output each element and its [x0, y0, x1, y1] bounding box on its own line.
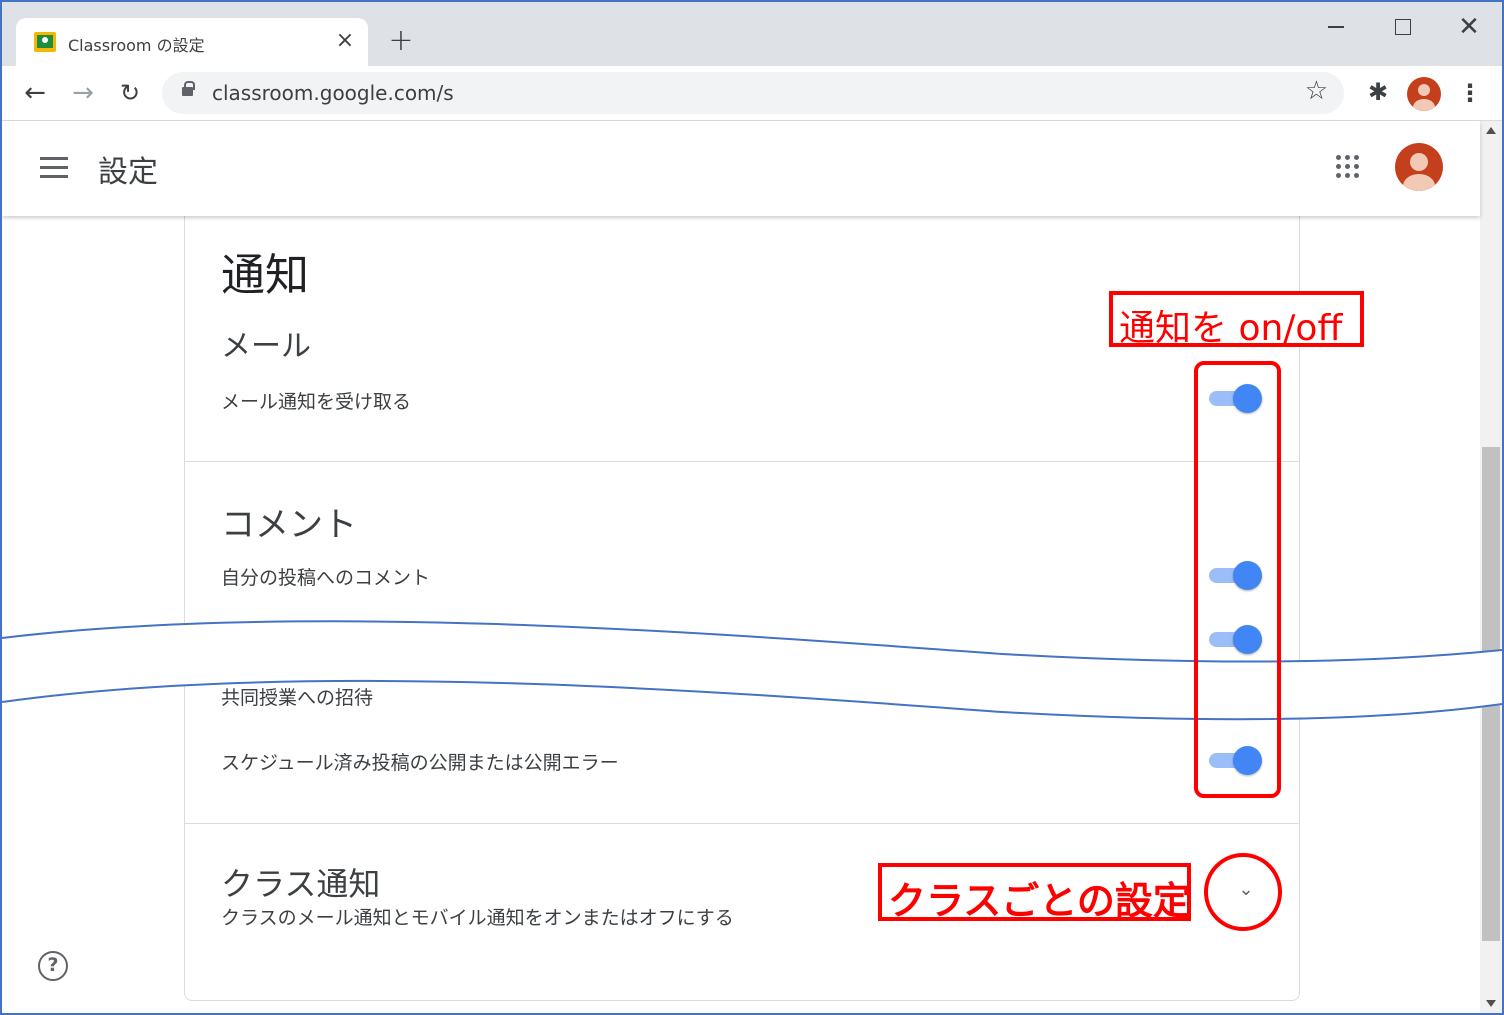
scroll-down-arrow-icon[interactable] [1486, 1000, 1496, 1007]
section-divider [185, 823, 1299, 824]
classroom-favicon-icon [34, 32, 56, 52]
comment-section-heading: コメント [221, 505, 357, 545]
back-button[interactable]: ← [18, 76, 52, 110]
browser-menu-icon[interactable]: ⋮ [1458, 78, 1482, 108]
reload-button[interactable]: ↻ [113, 76, 147, 110]
email-section-heading: メール [221, 329, 311, 364]
tab-strip: Classroom の設定 × + ✕ [2, 2, 1502, 66]
window-close-button[interactable]: ✕ [1454, 12, 1484, 42]
hamburger-menu-icon[interactable] [40, 157, 70, 179]
google-apps-icon[interactable] [1336, 155, 1362, 181]
active-tab[interactable]: Classroom の設定 × [16, 18, 368, 66]
extensions-puzzle-icon[interactable]: ✱ [1364, 78, 1392, 106]
tab-close-icon[interactable]: × [332, 28, 358, 54]
browser-toolbar: ← → ↻ classroom.google.com/s ☆ ✱ ⋮ [2, 66, 1502, 121]
page-title: 設定 [98, 155, 158, 190]
account-avatar[interactable] [1395, 143, 1443, 191]
window-minimize-button[interactable] [1320, 12, 1350, 42]
section-divider [185, 461, 1299, 462]
annotation-toggle-highlight [1194, 361, 1281, 798]
annotation-toggle-text: 通知を on/off [1119, 308, 1343, 349]
new-tab-button[interactable]: + [386, 26, 416, 56]
notifications-heading: 通知 [221, 250, 309, 301]
url-text[interactable]: classroom.google.com/s [212, 81, 454, 105]
window-maximize-button[interactable] [1387, 12, 1417, 42]
app-header: 設定 [2, 121, 1480, 216]
scrollbar[interactable] [1480, 121, 1502, 1013]
tab-title: Classroom の設定 [68, 36, 205, 55]
annotation-class-text: クラスごとの設定 [888, 879, 1191, 923]
annotation-expand-highlight [1204, 853, 1282, 931]
class-notify-heading: クラス通知 [221, 865, 381, 903]
class-notify-description: クラスのメール通知とモバイル通知をオンまたはオフにする [221, 907, 734, 929]
annotation-toggle-label: 通知を on/off [1109, 291, 1364, 349]
forward-button[interactable]: → [66, 76, 100, 110]
own-post-comment-label: 自分の投稿へのコメント [221, 567, 431, 589]
help-icon[interactable]: ? [38, 951, 68, 981]
email-notify-label: メール通知を受け取る [221, 391, 412, 413]
browser-window: Classroom の設定 × + ✕ ← → ↻ classroom.goog… [0, 0, 1504, 1015]
annotation-class-label: クラスごとの設定 [878, 863, 1191, 923]
scroll-up-arrow-icon[interactable] [1486, 127, 1496, 134]
lock-icon[interactable] [182, 81, 195, 96]
browser-profile-avatar[interactable] [1407, 77, 1441, 111]
bookmark-star-icon[interactable]: ☆ [1305, 76, 1328, 106]
scheduled-post-label: スケジュール済み投稿の公開または公開エラー [221, 752, 619, 774]
address-bar[interactable]: classroom.google.com/s ☆ [162, 72, 1344, 114]
